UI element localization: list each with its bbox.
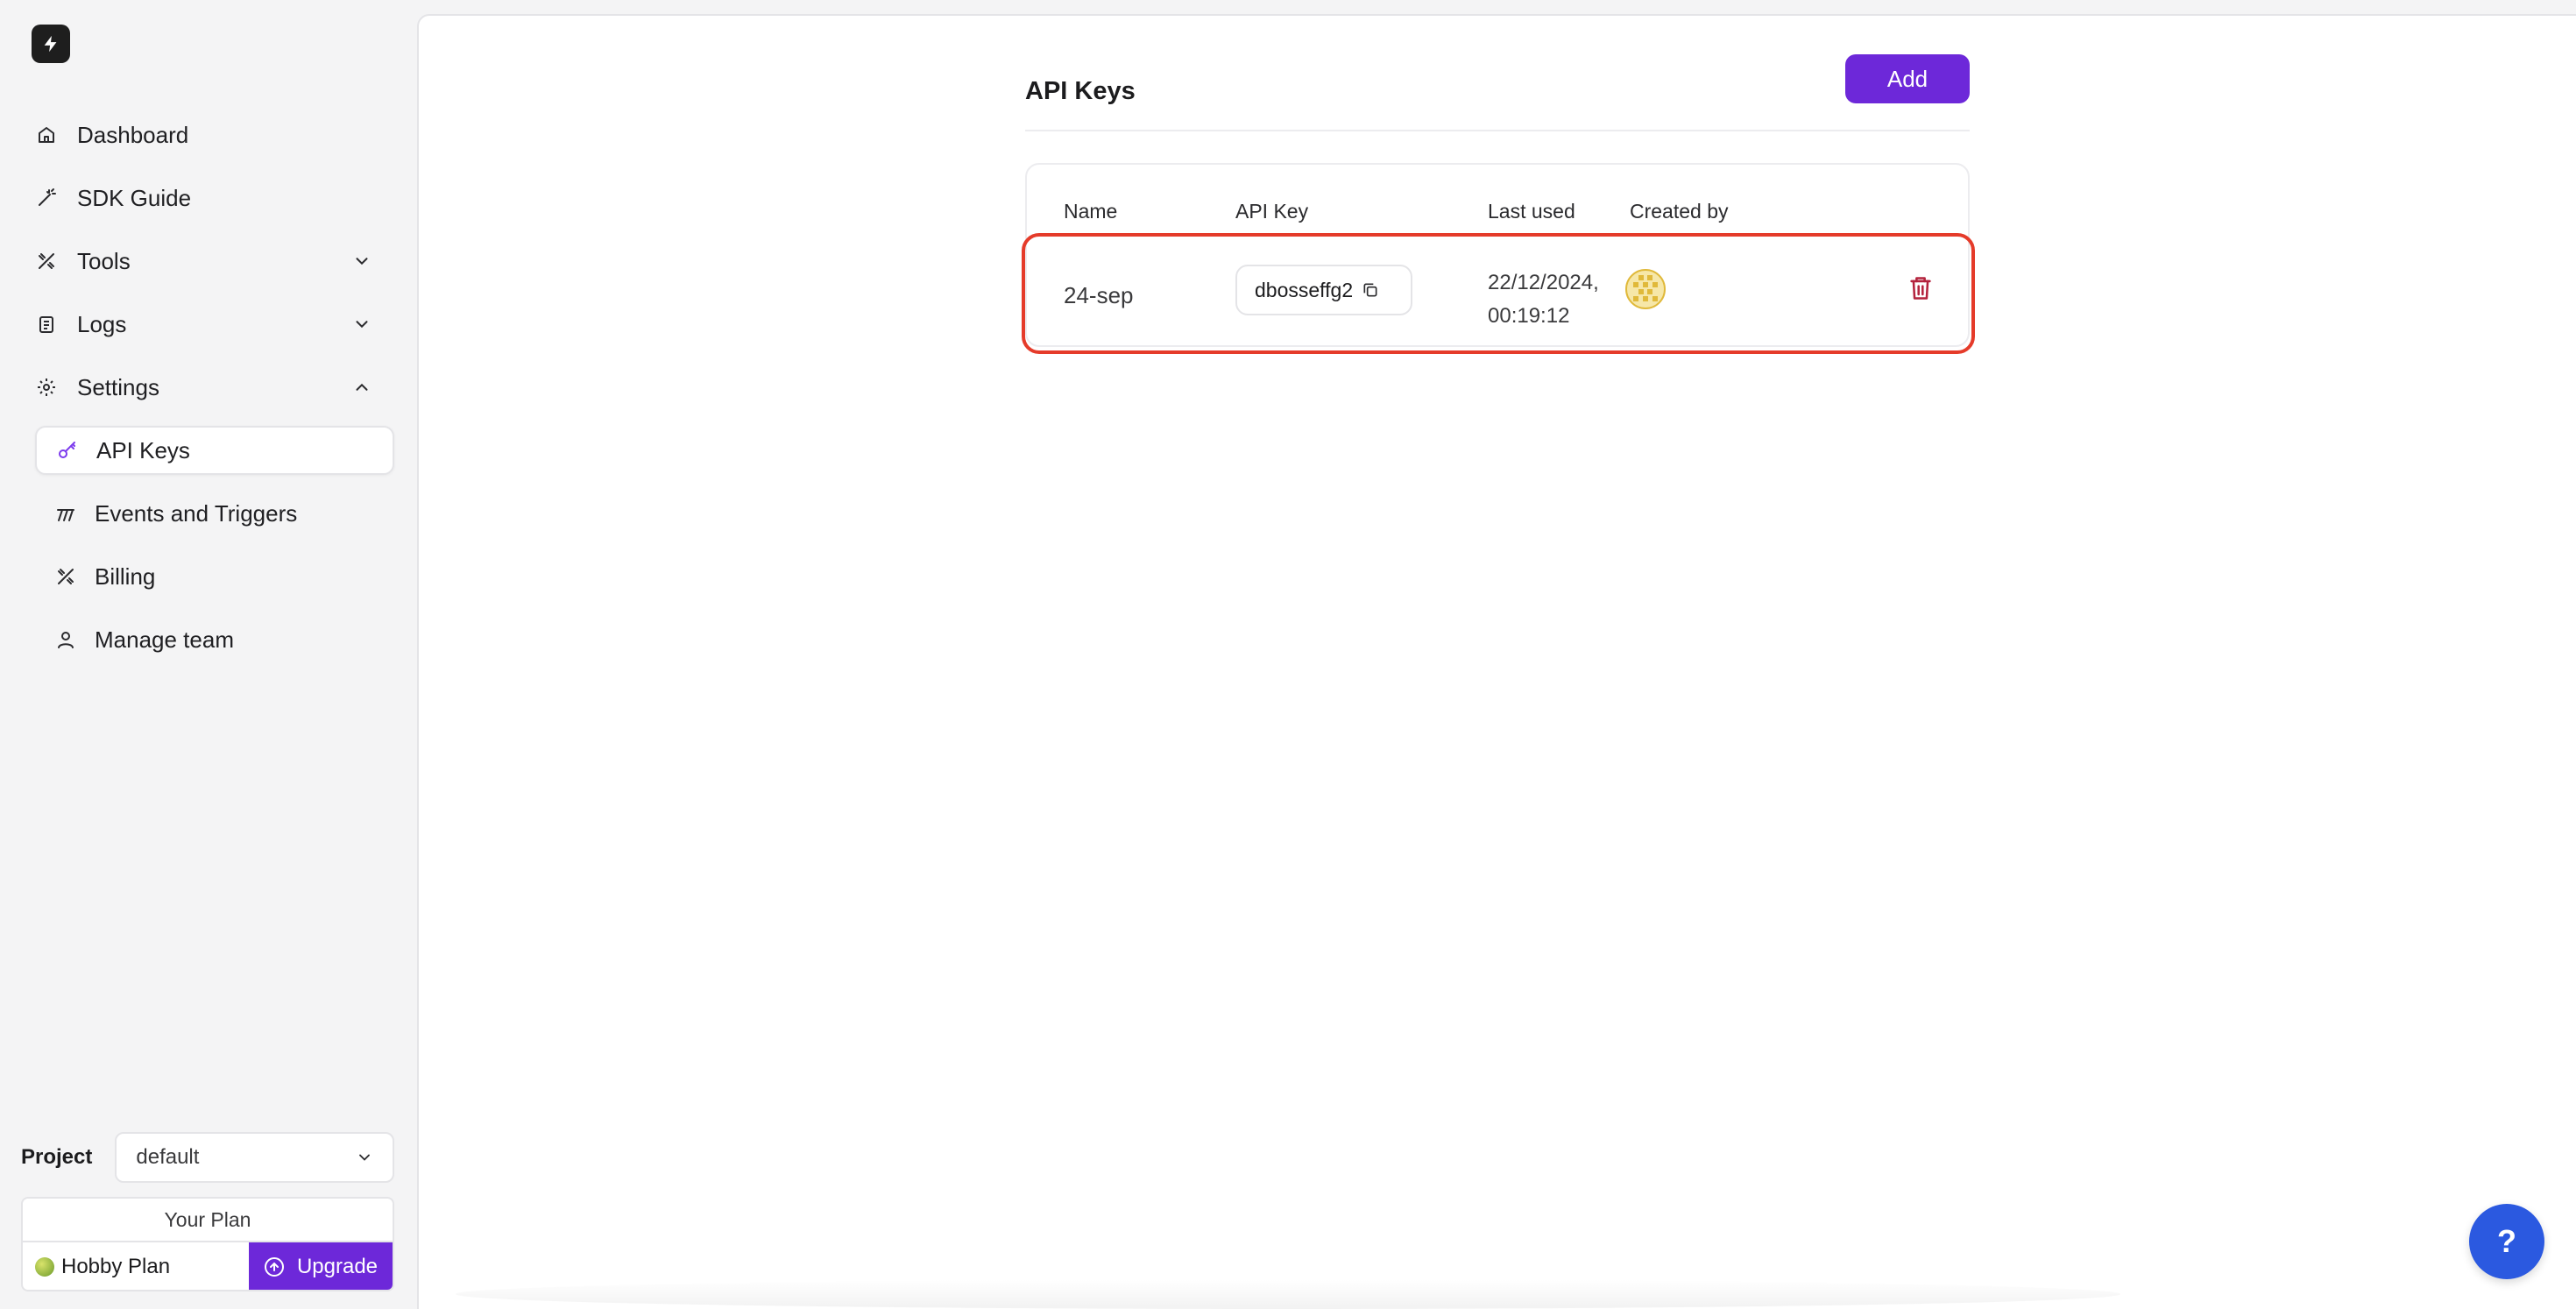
project-label: Project <box>21 1145 93 1169</box>
plan-title: Your Plan <box>23 1199 393 1242</box>
plan-name: Hobby Plan <box>23 1242 249 1290</box>
nav-settings[interactable]: Settings <box>35 363 386 412</box>
row-last-used: 22/12/2024, 00:19:12 <box>1488 266 1599 333</box>
key-icon <box>56 439 79 462</box>
divider <box>1025 130 1970 131</box>
nav-logs[interactable]: Logs <box>35 300 386 349</box>
copy-icon[interactable] <box>1362 281 1379 299</box>
upgrade-label: Upgrade <box>296 1255 379 1278</box>
column-header-api-key: API Key <box>1235 200 1309 223</box>
home-icon <box>35 124 58 146</box>
avatar <box>1625 269 1666 309</box>
nav-sdk-guide[interactable]: SDK Guide <box>35 173 386 223</box>
page-title: API Keys <box>1025 77 1136 105</box>
billing-icon <box>54 565 77 588</box>
main-panel: API Keys Add Name API Key Last used Crea… <box>417 14 2576 1309</box>
column-header-created-by: Created by <box>1630 200 1729 223</box>
sidebar-item-api-keys[interactable]: API Keys <box>35 426 394 475</box>
nav-dashboard-label: Dashboard <box>77 121 189 148</box>
sidebar-item-label: Manage team <box>95 626 234 653</box>
project-select[interactable]: default <box>115 1132 394 1183</box>
triggers-icon <box>54 502 77 525</box>
bottom-fade <box>456 1279 2120 1309</box>
arrow-up-circle-icon <box>264 1257 284 1277</box>
chevron-down-icon[interactable] <box>352 315 372 334</box>
column-header-name: Name <box>1064 200 1118 223</box>
bolt-icon <box>44 35 57 53</box>
tools-icon <box>35 250 58 272</box>
last-used-date: 22/12/2024, <box>1488 271 1599 294</box>
plan-name-label: Hobby Plan <box>61 1255 171 1278</box>
user-icon <box>54 628 77 651</box>
sidebar-item-manage-team[interactable]: Manage team <box>35 615 394 664</box>
sidebar-item-events-triggers[interactable]: Events and Triggers <box>35 489 394 538</box>
sidebar-item-label: Events and Triggers <box>95 499 298 527</box>
sidebar: Dashboard SDK Guide Tools Logs Settings … <box>0 0 417 1309</box>
help-button[interactable]: ? <box>2469 1204 2544 1279</box>
sidebar-item-label: Billing <box>95 563 156 590</box>
api-key-chip[interactable]: dbosseffg2 <box>1235 265 1412 315</box>
chevron-up-icon[interactable] <box>352 378 372 397</box>
chevron-down-icon[interactable] <box>352 251 372 271</box>
trash-icon[interactable] <box>1908 275 1933 301</box>
chevron-down-icon <box>359 1154 370 1161</box>
project-select-value: default <box>136 1145 200 1169</box>
nav-tools[interactable]: Tools <box>35 237 386 286</box>
row-name: 24-sep <box>1064 282 1134 308</box>
nav-tools-label: Tools <box>77 247 131 274</box>
api-key-value: dbosseffg2 <box>1255 278 1354 301</box>
plan-box: Your Plan Hobby Plan Upgrade <box>21 1197 394 1291</box>
clipboard-icon <box>35 313 58 336</box>
nav-dashboard[interactable]: Dashboard <box>35 110 386 159</box>
project-row: Project default <box>21 1132 394 1183</box>
app-logo[interactable] <box>32 25 70 63</box>
last-used-time: 00:19:12 <box>1488 304 1570 328</box>
api-keys-table: Name API Key Last used Created by 24-sep… <box>1022 163 1975 354</box>
column-header-last-used: Last used <box>1488 200 1575 223</box>
upgrade-button[interactable]: Upgrade <box>249 1242 393 1290</box>
nav-settings-label: Settings <box>77 373 159 400</box>
nav-sdk-guide-label: SDK Guide <box>77 184 192 211</box>
add-button[interactable]: Add <box>1845 54 1970 103</box>
sidebar-item-label: API Keys <box>96 436 190 463</box>
tennis-ball-icon <box>35 1257 54 1277</box>
gear-icon <box>35 376 58 399</box>
wand-icon <box>35 187 58 209</box>
sidebar-item-billing[interactable]: Billing <box>35 552 394 601</box>
nav-logs-label: Logs <box>77 310 127 337</box>
